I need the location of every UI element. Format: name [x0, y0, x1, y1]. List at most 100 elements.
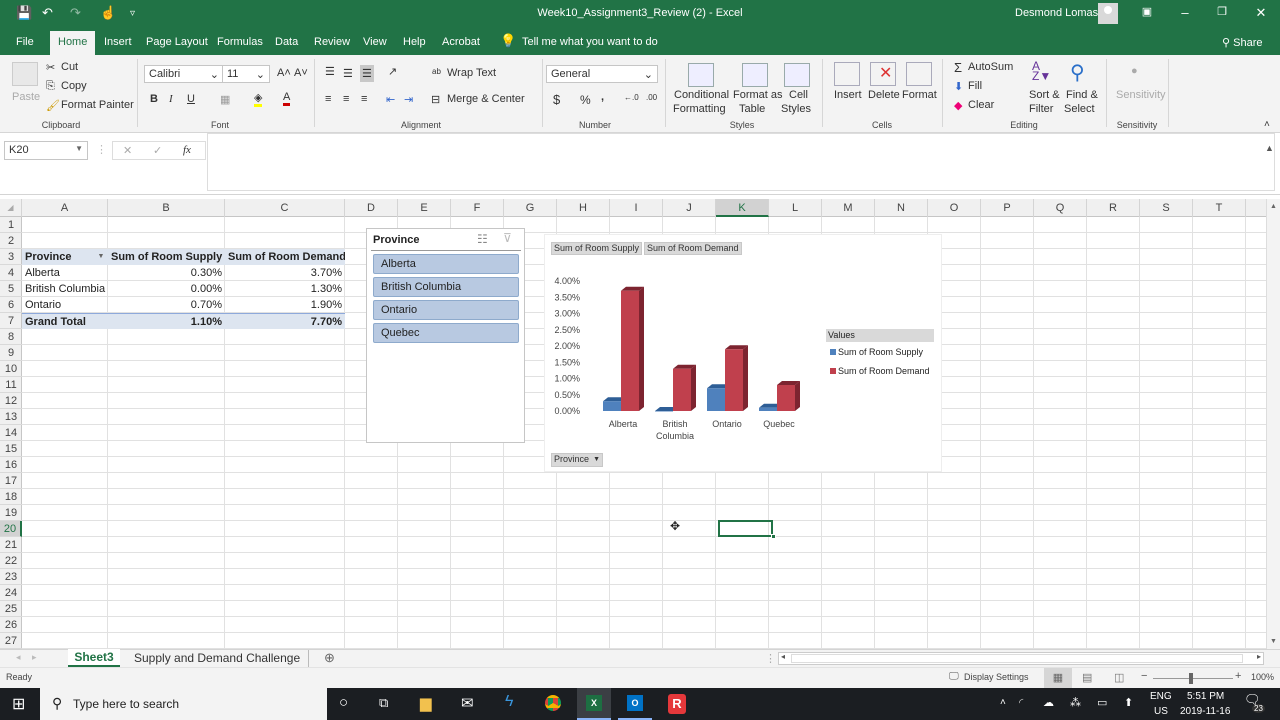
row-header-1[interactable]: 1 — [0, 217, 22, 233]
row-header-2[interactable]: 2 — [0, 233, 22, 249]
tab-file[interactable]: File — [16, 36, 34, 48]
italic-button[interactable]: I — [169, 93, 173, 105]
row-header-11[interactable]: 11 — [0, 377, 22, 393]
column-header-r[interactable]: R — [1087, 199, 1140, 217]
zoom-out-button[interactable]: − — [1141, 670, 1147, 682]
name-box[interactable]: K20 ▼ — [4, 141, 88, 160]
file-explorer-icon[interactable]: ▆ — [420, 694, 432, 712]
insert-cells-button[interactable]: Insert — [834, 89, 862, 101]
minimize-icon[interactable]: – — [1170, 5, 1200, 20]
horizontal-scrollbar[interactable]: ◂ ▸ — [778, 652, 1264, 665]
task-view-icon[interactable]: ⧉ — [379, 695, 388, 711]
show-hidden-icons[interactable]: ˄ — [1000, 697, 1006, 708]
merge-center-button[interactable]: Merge & Center — [447, 93, 525, 105]
column-header-c[interactable]: C — [225, 199, 345, 217]
collapse-ribbon-icon[interactable]: ˄ — [1264, 119, 1270, 130]
column-header-j[interactable]: J — [663, 199, 716, 217]
grow-font-button[interactable]: A˄ — [277, 67, 291, 79]
language-us[interactable]: US — [1154, 706, 1168, 717]
tab-formulas[interactable]: Formulas — [217, 36, 263, 48]
row-header-7[interactable]: 7 — [0, 313, 22, 329]
normal-view-icon[interactable]: ▦ — [1044, 668, 1072, 688]
column-header-q[interactable]: Q — [1034, 199, 1087, 217]
clear-filter-icon[interactable]: ⊽ — [503, 231, 512, 245]
windows-start-icon[interactable]: ⊞ — [12, 694, 25, 714]
row-header-26[interactable]: 26 — [0, 617, 22, 633]
pivot-chart[interactable]: Sum of Room Supply Sum of Room Demand 0.… — [544, 234, 942, 472]
align-right-icon[interactable]: ≡ — [361, 93, 367, 105]
zoom-slider-thumb[interactable] — [1189, 673, 1193, 684]
bold-button[interactable]: B — [150, 93, 158, 105]
align-left-icon[interactable]: ≡ — [325, 93, 331, 105]
enter-icon[interactable]: ✓ — [153, 144, 162, 157]
column-header-s[interactable]: S — [1140, 199, 1193, 217]
copy-button[interactable]: Copy — [61, 80, 87, 92]
autosum-button[interactable]: AutoSum — [968, 61, 1013, 73]
clock-date[interactable]: 2019-11-16 — [1180, 706, 1230, 717]
select-all-button[interactable]: ◢ — [0, 199, 22, 217]
row-header-3[interactable]: 3 — [0, 249, 22, 265]
language-eng[interactable]: ENG — [1150, 691, 1172, 702]
ribbon-display-icon[interactable]: ▣ — [1132, 5, 1162, 18]
dropbox-icon[interactable]: ⁂ — [1070, 696, 1081, 709]
row-header-8[interactable]: 8 — [0, 329, 22, 345]
display-settings-button[interactable]: Display Settings — [964, 672, 1029, 682]
column-header-m[interactable]: M — [822, 199, 875, 217]
increase-indent-icon[interactable]: ⇥ — [404, 93, 413, 106]
cut-button[interactable]: Cut — [61, 61, 78, 73]
row-header-27[interactable]: 27 — [0, 633, 22, 649]
onedrive-icon[interactable]: ☁ — [1043, 696, 1054, 709]
clear-button[interactable]: Clear — [968, 99, 994, 111]
zoom-in-button[interactable]: + — [1235, 670, 1241, 682]
restore-icon[interactable]: ❐ — [1207, 5, 1237, 18]
page-layout-view-icon[interactable]: ▤ — [1082, 671, 1092, 684]
zoom-slider-track[interactable] — [1153, 678, 1233, 679]
currency-button[interactable]: $ — [553, 92, 560, 107]
slicer-item[interactable]: Alberta — [373, 254, 519, 274]
column-header-o[interactable]: O — [928, 199, 981, 217]
zoom-level[interactable]: 100% — [1251, 672, 1274, 682]
column-header-p[interactable]: P — [981, 199, 1034, 217]
row-header-15[interactable]: 15 — [0, 441, 22, 457]
column-header-a[interactable]: A — [22, 199, 108, 217]
comma-button[interactable]: , — [601, 91, 604, 103]
orientation-icon[interactable]: ↗ — [388, 65, 397, 78]
avatar[interactable] — [1098, 3, 1118, 24]
share-button[interactable]: ⚲ Share — [1222, 36, 1262, 49]
slicer-item[interactable]: British Columbia — [373, 277, 519, 297]
decrease-decimal-icon[interactable]: .00 — [646, 93, 657, 102]
column-header-k[interactable]: K — [716, 199, 769, 217]
row-header-6[interactable]: 6 — [0, 297, 22, 313]
delete-cells-button[interactable]: Delete — [868, 89, 900, 101]
scroll-left-icon[interactable]: ◂ — [781, 652, 785, 661]
upload-icon[interactable]: ⬆ — [1124, 696, 1133, 709]
taskbar-search[interactable]: ⚲ Type here to search — [40, 688, 327, 720]
tab-page-layout[interactable]: Page Layout — [146, 36, 208, 48]
cell-styles-button[interactable]: Cell — [789, 89, 808, 101]
scroll-up-icon[interactable]: ▲ — [1270, 203, 1277, 210]
font-name-select[interactable]: Calibri ⌄ — [144, 65, 224, 83]
chrome-icon[interactable] — [545, 695, 561, 711]
format-cells-button[interactable]: Format — [902, 89, 937, 101]
scroll-thumb[interactable] — [791, 654, 1243, 663]
multi-select-icon[interactable]: ☷ — [477, 232, 488, 246]
cancel-icon[interactable]: ✕ — [123, 144, 132, 157]
font-color-icon[interactable]: A — [283, 91, 291, 106]
insert-function-icon[interactable]: fx — [183, 144, 191, 156]
tab-insert[interactable]: Insert — [104, 36, 132, 48]
column-header-g[interactable]: G — [504, 199, 557, 217]
tab-review[interactable]: Review — [314, 36, 350, 48]
battery-icon[interactable]: ▭ — [1097, 696, 1107, 709]
row-header-22[interactable]: 22 — [0, 553, 22, 569]
fill-button[interactable]: Fill — [968, 80, 982, 92]
sheet-tab-sheet3[interactable]: Sheet3 — [68, 649, 120, 667]
column-header-n[interactable]: N — [875, 199, 928, 217]
column-header-l[interactable]: L — [769, 199, 822, 217]
tab-help[interactable]: Help — [403, 36, 426, 48]
tab-acrobat[interactable]: Acrobat — [442, 36, 480, 48]
cortana-icon[interactable]: ○ — [339, 694, 348, 711]
tell-me-search[interactable]: Tell me what you want to do — [522, 36, 658, 48]
prev-sheet-icon[interactable]: ◂ — [16, 652, 21, 663]
row-header-16[interactable]: 16 — [0, 457, 22, 473]
sheet-tab-supply-demand[interactable]: Supply and Demand Challenge — [126, 650, 310, 668]
